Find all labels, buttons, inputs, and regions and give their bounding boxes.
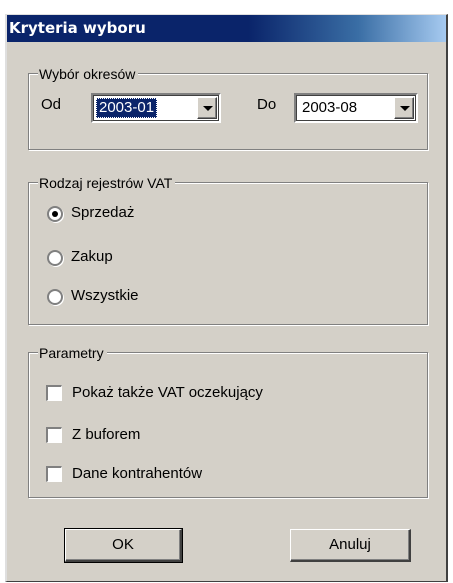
radio-button[interactable]	[47, 250, 63, 266]
ok-button[interactable]: OK	[64, 528, 183, 563]
parameters-group-legend: Parametry	[38, 345, 107, 361]
checkbox[interactable]	[46, 466, 62, 482]
checkbox[interactable]	[46, 427, 62, 443]
checkbox-label: Pokaż także VAT oczekujący	[72, 384, 263, 401]
window-title: Kryteria wyboru	[9, 19, 146, 37]
from-label: Od	[41, 96, 62, 113]
title-bar[interactable]: Kryteria wyboru	[7, 15, 446, 42]
checkbox[interactable]	[46, 385, 62, 401]
chevron-down-icon[interactable]	[197, 97, 217, 119]
to-label: Do	[257, 96, 277, 113]
checkbox-label: Dane kontrahentów	[72, 465, 203, 482]
to-period-select[interactable]: 2003-08	[294, 93, 418, 123]
to-period-value: 2003-08	[302, 99, 358, 116]
vat-registers-group-legend: Rodzaj rejestrów VAT	[38, 175, 176, 191]
radio-button[interactable]	[47, 206, 63, 222]
from-period-select[interactable]: 2003-01	[91, 93, 221, 123]
checkbox-label: Z buforem	[72, 426, 141, 443]
chevron-down-icon[interactable]	[394, 97, 414, 119]
periods-group-legend: Wybór okresów	[38, 66, 139, 82]
cancel-button[interactable]: Anuluj	[290, 529, 411, 562]
radio-label: Wszystkie	[71, 287, 139, 304]
radio-button[interactable]	[47, 289, 63, 305]
from-period-value: 2003-01	[96, 98, 158, 118]
radio-label: Sprzedaż	[71, 204, 135, 221]
radio-label: Zakup	[71, 248, 113, 265]
